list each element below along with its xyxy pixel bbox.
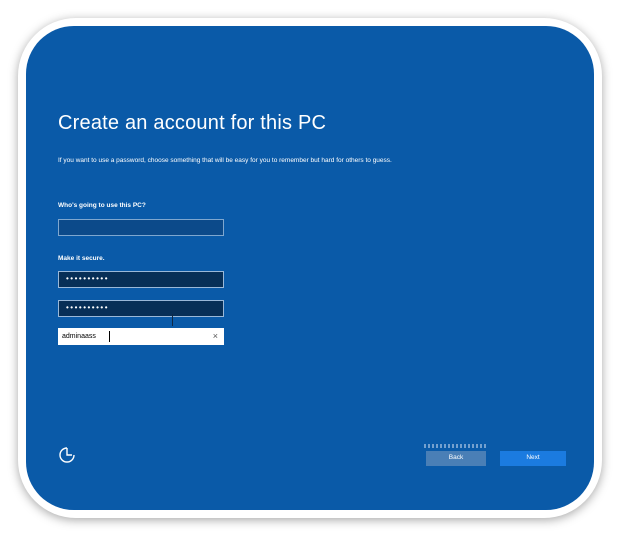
page-title: Create an account for this PC xyxy=(58,112,327,134)
clear-icon[interactable]: × xyxy=(213,331,218,341)
back-button[interactable]: Back xyxy=(426,451,486,466)
next-button[interactable]: Next xyxy=(500,451,566,466)
page-description: If you want to use a password, choose so… xyxy=(58,157,392,164)
password-field[interactable]: •••••••••• xyxy=(58,271,224,288)
text-caret xyxy=(109,331,110,342)
accessibility-glyph xyxy=(59,447,75,463)
back-button-focus-ticks xyxy=(424,444,488,448)
reenter-password-field[interactable]: •••••••••• xyxy=(58,300,224,317)
password-hint-field[interactable]: adminaass × xyxy=(58,328,224,345)
setup-screen: Create an account for this PC If you wan… xyxy=(26,26,594,510)
password-value: •••••••••• xyxy=(65,275,109,284)
username-label: Who's going to use this PC? xyxy=(58,202,146,209)
username-field[interactable] xyxy=(58,219,224,236)
reenter-password-value: •••••••••• xyxy=(65,304,109,313)
accessibility-icon[interactable] xyxy=(58,446,78,466)
mouse-cursor xyxy=(172,314,173,326)
password-hint-value: adminaass xyxy=(62,333,96,340)
secure-label: Make it secure. xyxy=(58,255,105,262)
